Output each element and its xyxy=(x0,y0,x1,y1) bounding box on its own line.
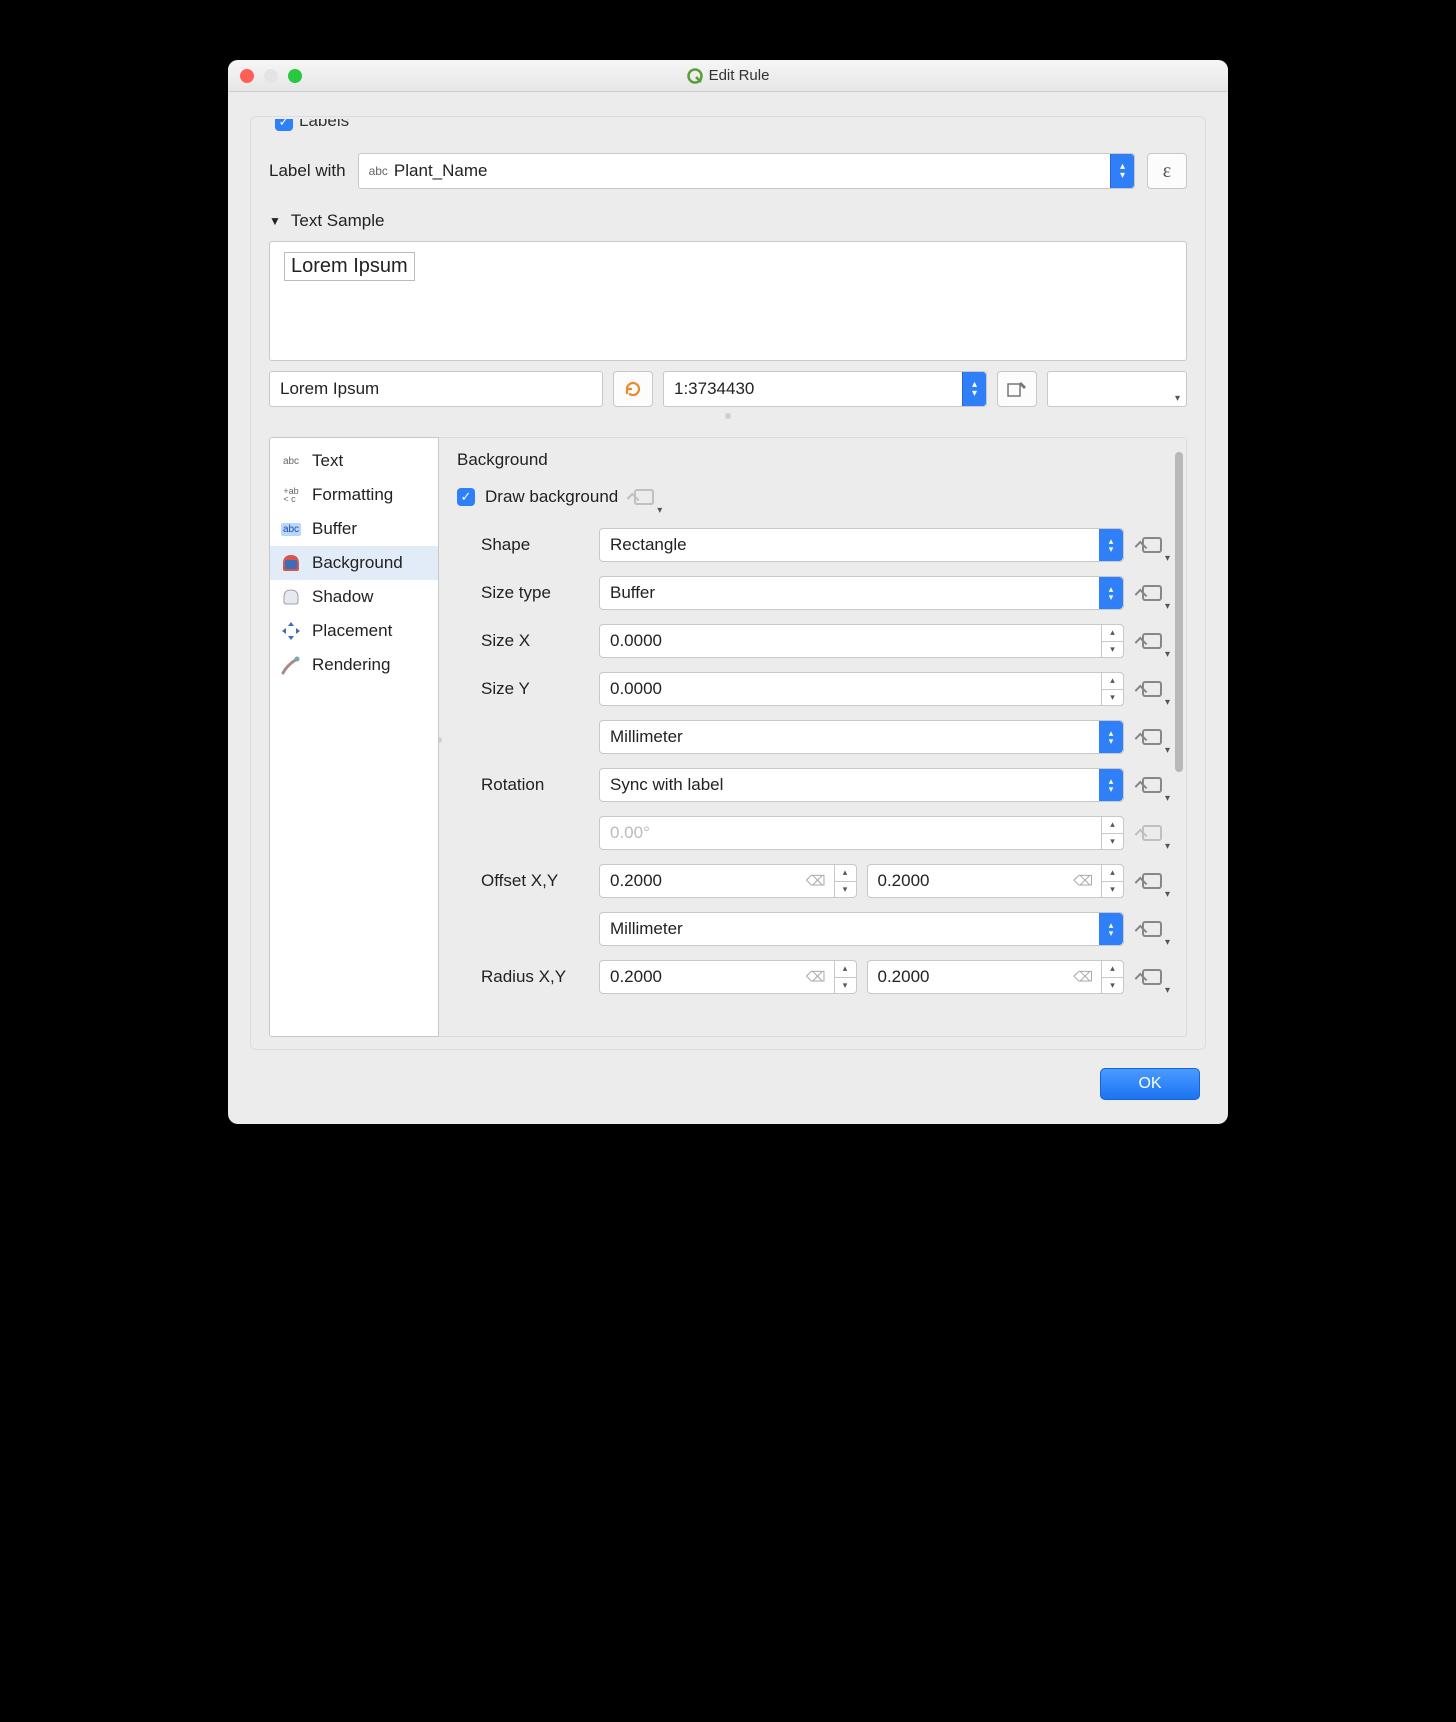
rotation-label: Rotation xyxy=(457,775,587,795)
background-icon xyxy=(280,552,302,574)
splitter-handle-icon[interactable] xyxy=(725,413,731,419)
ok-button[interactable]: OK xyxy=(1100,1068,1200,1100)
qgis-icon xyxy=(687,68,703,84)
data-defined-button[interactable] xyxy=(1136,528,1168,562)
size-unit-select[interactable]: Millimeter▴▾ xyxy=(599,720,1124,754)
data-defined-button[interactable] xyxy=(1136,576,1168,610)
background-color-well[interactable] xyxy=(1047,371,1187,407)
radius-label: Radius X,Y xyxy=(457,967,587,987)
sidebar-item-shadow[interactable]: Shadow xyxy=(270,580,438,614)
scale-picker-button[interactable] xyxy=(997,371,1037,407)
style-tabs-sidebar: abc Text +ab< c Formatting abc Buffer xyxy=(269,437,439,1037)
label-with-value: Plant_Name xyxy=(394,161,488,181)
sizetype-label: Size type xyxy=(457,583,587,603)
shadow-icon xyxy=(280,586,302,608)
placement-icon xyxy=(280,620,302,642)
disclosure-triangle-icon: ▼ xyxy=(269,214,281,228)
labels-heading: Labels xyxy=(299,119,349,131)
data-defined-button[interactable] xyxy=(1136,816,1168,850)
draw-background-checkbox[interactable]: ✓ xyxy=(457,488,475,506)
shape-select[interactable]: Rectangle▴▾ xyxy=(599,528,1124,562)
radius-x-spin[interactable]: 0.2000⌫▴▾ xyxy=(599,960,857,994)
sidebar-item-rendering[interactable]: Rendering xyxy=(270,648,438,682)
background-settings-pane: Background ✓ Draw background Shape Recta… xyxy=(439,437,1187,1037)
reset-sample-button[interactable] xyxy=(613,371,653,407)
labels-checkbox[interactable]: ✓ xyxy=(275,119,293,131)
data-defined-button[interactable] xyxy=(1136,768,1168,802)
sizey-spin[interactable]: 0.0000▴▾ xyxy=(599,672,1124,706)
offset-label: Offset X,Y xyxy=(457,871,587,891)
sizey-label: Size Y xyxy=(457,679,587,699)
data-defined-button[interactable] xyxy=(1136,720,1168,754)
dialog-window: Edit Rule ✓ Labels Label with abc Plant_… xyxy=(228,60,1228,1124)
rendering-icon xyxy=(280,654,302,676)
scrollbar[interactable] xyxy=(1175,452,1183,772)
sample-text-input[interactable]: Lorem Ipsum xyxy=(269,371,603,407)
data-defined-button[interactable] xyxy=(1136,864,1168,898)
offset-x-spin[interactable]: 0.2000⌫▴▾ xyxy=(599,864,857,898)
radius-y-spin[interactable]: 0.2000⌫▴▾ xyxy=(867,960,1125,994)
sizex-spin[interactable]: 0.0000▴▾ xyxy=(599,624,1124,658)
data-defined-button[interactable] xyxy=(1136,912,1168,946)
buffer-icon: abc xyxy=(280,518,302,540)
clear-icon[interactable]: ⌫ xyxy=(1073,873,1093,890)
sidebar-item-background[interactable]: Background xyxy=(270,546,438,580)
splitter-handle-icon[interactable] xyxy=(439,737,442,743)
sidebar-item-placement[interactable]: Placement xyxy=(270,614,438,648)
sizex-label: Size X xyxy=(457,631,587,651)
clear-icon[interactable]: ⌫ xyxy=(806,969,826,986)
section-title: Background xyxy=(457,450,1168,470)
sidebar-item-text[interactable]: abc Text xyxy=(270,444,438,478)
label-with-combo[interactable]: abc Plant_Name ▴▾ xyxy=(358,153,1135,189)
data-defined-button[interactable] xyxy=(628,480,660,514)
abc-icon: abc xyxy=(369,164,388,178)
data-defined-button[interactable] xyxy=(1136,960,1168,994)
draw-background-label: Draw background xyxy=(485,487,618,507)
text-sample-header[interactable]: ▼ Text Sample xyxy=(269,211,1187,231)
data-defined-button[interactable] xyxy=(1136,624,1168,658)
clear-icon[interactable]: ⌫ xyxy=(806,873,826,890)
formatting-icon: +ab< c xyxy=(280,484,302,506)
rotation-deg-spin: 0.00°▴▾ xyxy=(599,816,1124,850)
expression-button[interactable]: ε xyxy=(1147,153,1187,189)
sample-preview-text: Lorem Ipsum xyxy=(284,252,415,281)
titlebar: Edit Rule xyxy=(228,60,1228,92)
text-icon: abc xyxy=(280,450,302,472)
sidebar-item-formatting[interactable]: +ab< c Formatting xyxy=(270,478,438,512)
window-title: Edit Rule xyxy=(228,67,1228,84)
offset-unit-select[interactable]: Millimeter▴▾ xyxy=(599,912,1124,946)
clear-icon[interactable]: ⌫ xyxy=(1073,969,1093,986)
shape-label: Shape xyxy=(457,535,587,555)
labels-panel: ✓ Labels Label with abc Plant_Name ▴▾ ε … xyxy=(250,116,1206,1050)
data-defined-button[interactable] xyxy=(1136,672,1168,706)
dropdown-caret-icon: ▴▾ xyxy=(1110,154,1134,188)
scale-combo[interactable]: 1:3734430 ▴▾ xyxy=(663,371,987,407)
sizetype-select[interactable]: Buffer▴▾ xyxy=(599,576,1124,610)
sidebar-item-buffer[interactable]: abc Buffer xyxy=(270,512,438,546)
label-with-label: Label with xyxy=(269,161,346,181)
offset-y-spin[interactable]: 0.2000⌫▴▾ xyxy=(867,864,1125,898)
rotation-select[interactable]: Sync with label▴▾ xyxy=(599,768,1124,802)
sample-preview: Lorem Ipsum xyxy=(269,241,1187,361)
